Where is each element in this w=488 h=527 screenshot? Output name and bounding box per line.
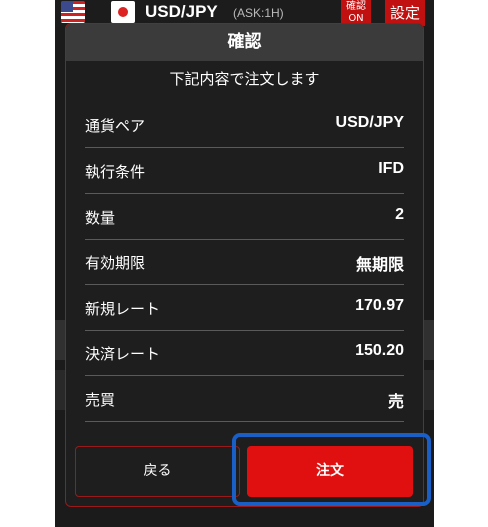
- dialog-subtitle: 下記内容で注文します: [169, 70, 320, 88]
- row-label: 売買: [85, 391, 116, 409]
- row-label: 有効期限: [85, 254, 146, 272]
- row-label: 通貨ペア: [85, 117, 146, 135]
- row-label: 決済レート: [85, 345, 161, 363]
- row-value: USD/JPY: [335, 114, 404, 131]
- summary-row-quantity: 数量 2: [85, 194, 404, 240]
- summary-row-currency-pair: 通貨ペア USD/JPY: [85, 102, 404, 148]
- row-value: IFD: [378, 160, 404, 177]
- row-value: 無期限: [355, 257, 404, 274]
- summary-row-execution-condition: 執行条件 IFD: [85, 148, 404, 194]
- row-value: 150.20: [355, 342, 404, 359]
- summary-row-settlement-rate: 決済レート 150.20: [85, 330, 404, 376]
- row-value: 170.97: [355, 297, 404, 314]
- summary-row-side: 売買 売: [85, 376, 404, 422]
- back-button[interactable]: 戻る: [75, 446, 240, 497]
- us-flag-icon: [61, 1, 85, 23]
- japan-flag-icon: [111, 1, 135, 23]
- row-value: 売: [387, 394, 404, 411]
- order-button-highlight: [232, 433, 431, 506]
- dialog-title: 確認: [66, 24, 423, 61]
- summary-row-new-rate: 新規レート 170.97: [85, 285, 404, 331]
- currency-pair: USD/JPY: [145, 2, 218, 21]
- row-value: 2: [395, 206, 404, 223]
- confirm-toggle-label: 確認: [346, 1, 366, 12]
- row-label: 数量: [85, 209, 116, 227]
- rate-type: (ASK:1H): [233, 6, 284, 20]
- row-label: 新規レート: [85, 300, 161, 318]
- row-label: 執行条件: [85, 163, 146, 181]
- summary-row-expiry: 有効期限 無期限: [85, 239, 404, 285]
